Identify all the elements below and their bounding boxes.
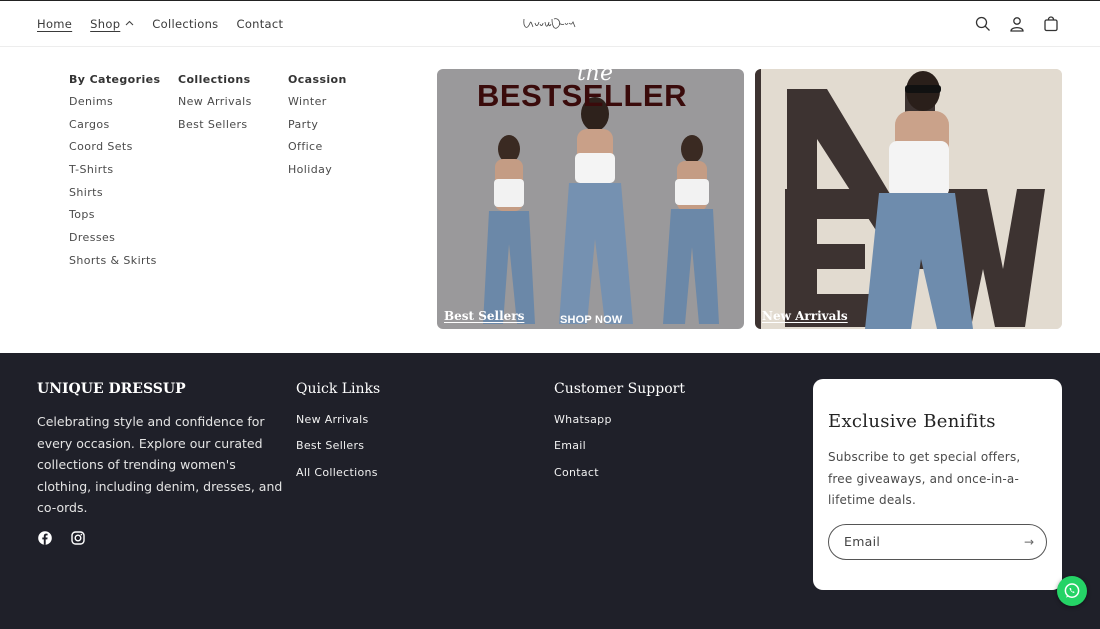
social-links — [37, 531, 289, 546]
menu-item-office[interactable]: Office — [288, 140, 347, 163]
main-nav: Home Shop Collections Contact — [37, 17, 301, 31]
menu-item-shorts-skirts[interactable]: Shorts & Skirts — [69, 254, 160, 277]
menu-heading-categories: By Categories — [69, 73, 161, 86]
shop-mega-menu: By Categories Denims Cargos Coord Sets T… — [0, 47, 1100, 353]
facebook-icon[interactable] — [37, 531, 52, 546]
footer-quick-links-title: Quick Links — [296, 381, 381, 397]
footer-quick-links-column: Quick Links New Arrivals Best Sellers Al… — [296, 381, 380, 492]
subscribe-arrow-button[interactable]: → — [1024, 535, 1034, 549]
chevron-up-icon — [125, 20, 134, 26]
shop-now-text: SHOP NOW — [560, 314, 623, 326]
promo-label-new-arrivals[interactable]: New Arrivals — [762, 309, 848, 323]
nav-shop-label: Shop — [90, 17, 121, 31]
menu-item-shirts[interactable]: Shirts — [69, 186, 160, 209]
menu-column-categories: By Categories Denims Cargos Coord Sets T… — [69, 73, 160, 277]
menu-item-best-sellers[interactable]: Best Sellers — [178, 118, 252, 141]
footer-link-whatsapp[interactable]: Whatsapp — [554, 413, 685, 439]
menu-item-holiday[interactable]: Holiday — [288, 163, 347, 186]
footer-link-new-arrivals[interactable]: New Arrivals — [296, 413, 380, 439]
menu-column-occasion: Ocassion Winter Party Office Holiday — [288, 73, 347, 186]
menu-item-coord-sets[interactable]: Coord Sets — [69, 140, 160, 163]
newsletter-title: Exclusive Benifits — [828, 411, 996, 432]
footer-link-best-sellers[interactable]: Best Sellers — [296, 439, 380, 465]
footer-support-column: Customer Support Whatsapp Email Contact — [554, 381, 685, 492]
menu-item-new-arrivals[interactable]: New Arrivals — [178, 95, 252, 118]
nav-home-link[interactable]: Home — [37, 17, 72, 31]
nav-shop-link[interactable]: Shop — [90, 17, 134, 31]
whatsapp-chat-button[interactable] — [1057, 576, 1087, 606]
newsletter-card: Exclusive Benifits Subscribe to get spec… — [813, 379, 1062, 590]
promo-card-bestsellers[interactable]: the BESTSELLER Best Sellers SHOP NOW — [437, 69, 744, 329]
menu-heading-collections: Collections — [178, 73, 251, 86]
new-arrivals-photo — [755, 69, 1062, 329]
footer-link-email[interactable]: Email — [554, 439, 685, 465]
footer-link-contact[interactable]: Contact — [554, 466, 685, 492]
newsletter-description: Subscribe to get special offers, free gi… — [828, 450, 1021, 507]
nav-collections-link[interactable]: Collections — [152, 17, 218, 31]
menu-item-cargos[interactable]: Cargos — [69, 118, 160, 141]
menu-item-party[interactable]: Party — [288, 118, 347, 141]
menu-item-tops[interactable]: Tops — [69, 208, 160, 231]
bestseller-banner-text: BESTSELLER — [477, 78, 687, 113]
site-footer: UNIQUE DRESSUP Celebrating style and con… — [0, 353, 1100, 629]
brand-logo[interactable] — [521, 11, 579, 37]
footer-brand-column: UNIQUE DRESSUP Celebrating style and con… — [37, 381, 289, 546]
quick-links-list: New Arrivals Best Sellers All Collection… — [296, 413, 380, 492]
menu-column-collections: Collections New Arrivals Best Sellers — [178, 73, 252, 140]
menu-item-winter[interactable]: Winter — [288, 95, 347, 118]
menu-heading-occasion: Ocassion — [288, 73, 347, 86]
menu-item-dresses[interactable]: Dresses — [69, 231, 160, 254]
footer-support-title: Customer Support — [554, 381, 685, 397]
whatsapp-icon — [1064, 583, 1080, 598]
menu-item-t-shirts[interactable]: T-Shirts — [69, 163, 160, 186]
nav-contact-link[interactable]: Contact — [236, 17, 283, 31]
site-header: Home Shop Collections Contact — [0, 0, 1100, 47]
instagram-icon[interactable] — [70, 531, 85, 546]
header-actions — [974, 13, 1060, 35]
email-input[interactable] — [844, 534, 1004, 549]
menu-item-denims[interactable]: Denims — [69, 95, 160, 118]
newsletter-form: → — [828, 523, 1047, 560]
promo-card-new-arrivals[interactable]: New Arrivals — [755, 69, 1062, 329]
search-icon[interactable] — [974, 13, 992, 35]
promo-label-best-sellers[interactable]: Best Sellers — [444, 309, 524, 323]
cart-icon[interactable] — [1042, 13, 1060, 35]
support-links-list: Whatsapp Email Contact — [554, 413, 685, 492]
nav-home-label: Home — [37, 17, 73, 31]
account-icon[interactable] — [1008, 13, 1026, 35]
footer-brand-title: UNIQUE DRESSUP — [37, 381, 186, 397]
footer-about-text: Celebrating style and confidence for eve… — [37, 414, 283, 515]
footer-link-all-collections[interactable]: All Collections — [296, 466, 380, 492]
